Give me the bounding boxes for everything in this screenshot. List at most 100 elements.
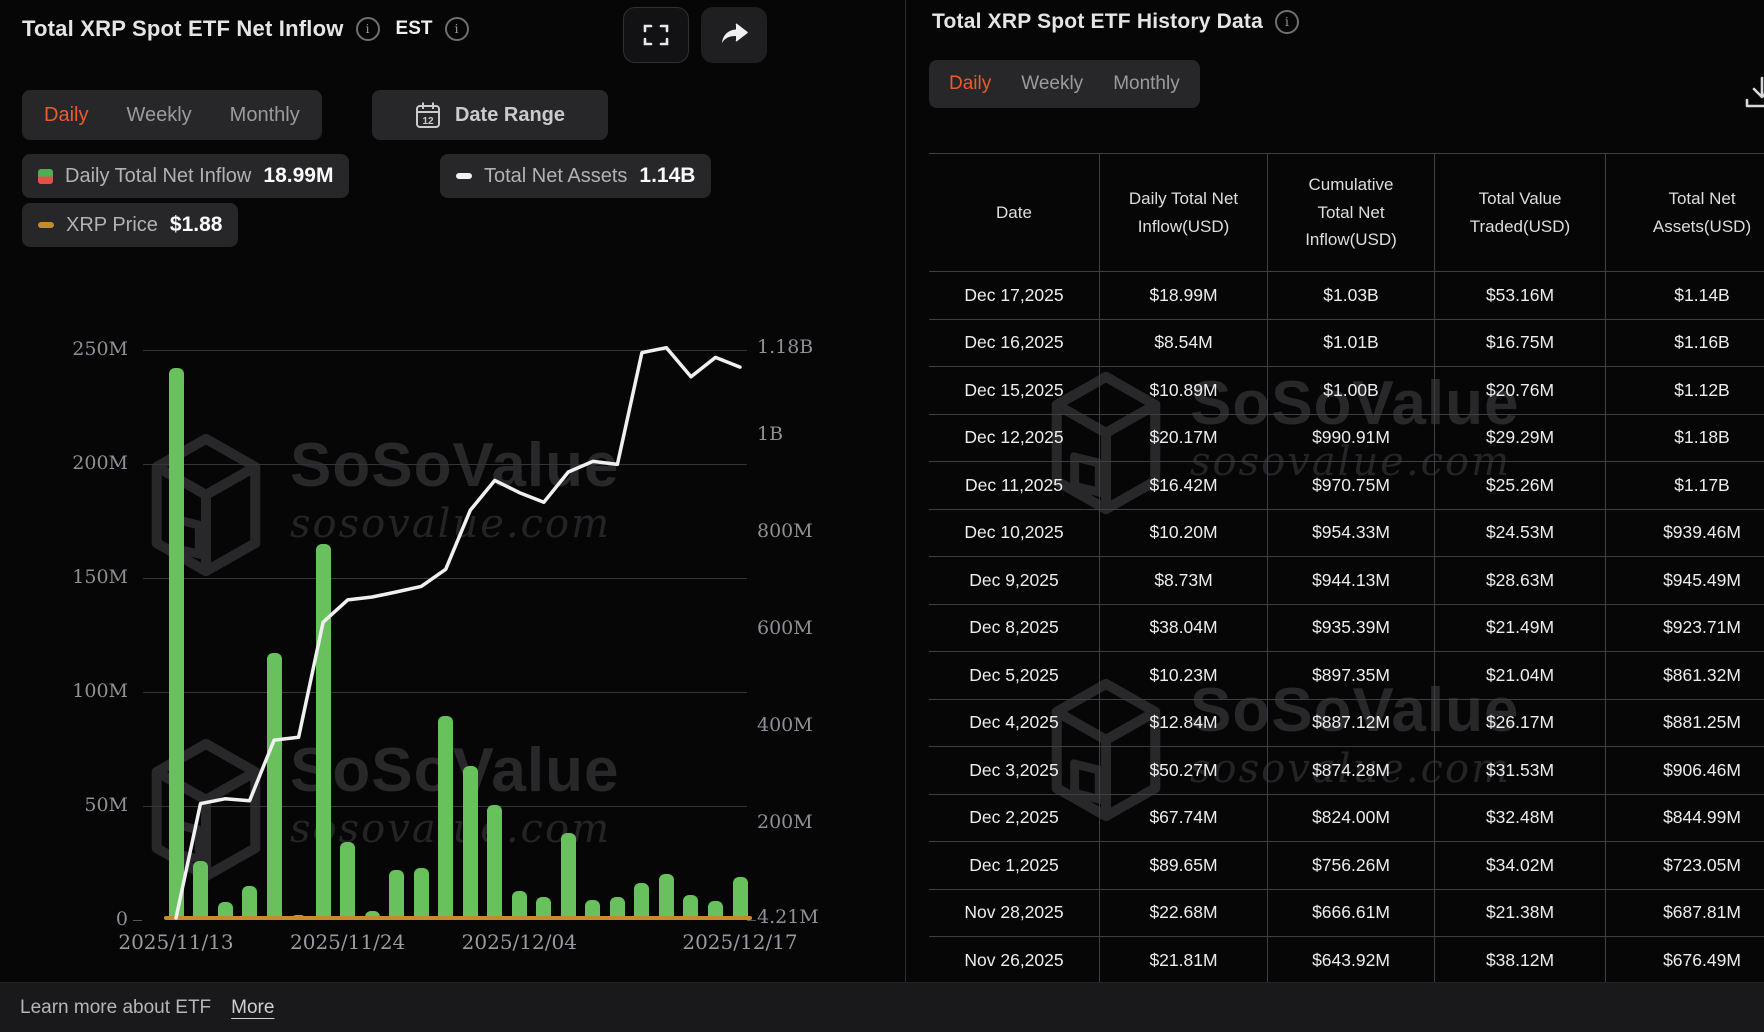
table-row[interactable]: Nov 26,2025$21.81M$643.92M$38.12M$676.49… [929, 937, 1764, 985]
cell-date: Nov 28,2025 [929, 890, 1100, 937]
column-header-label: Daily Total Net Inflow(USD) [1126, 185, 1241, 240]
table-period-tabs: Daily Weekly Monthly [929, 60, 1200, 108]
tab-daily[interactable]: Daily [949, 73, 991, 95]
history-info-icon[interactable]: i [1275, 10, 1299, 34]
cell-value-traded: $20.76M [1435, 367, 1606, 414]
cell-date: Dec 3,2025 [929, 747, 1100, 794]
table-row[interactable]: Dec 2,2025$67.74M$824.00M$32.48M$844.99M [929, 795, 1764, 843]
tab-daily[interactable]: Daily [44, 104, 88, 127]
table-row[interactable]: Dec 8,2025$38.04M$935.39M$21.49M$923.71M [929, 605, 1764, 653]
fullscreen-button[interactable] [623, 7, 689, 63]
cell-cumulative-inflow: $643.92M [1268, 937, 1435, 984]
cell-date: Dec 15,2025 [929, 367, 1100, 414]
total-net-assets-line [176, 348, 740, 918]
cell-cumulative-inflow: $970.75M [1268, 462, 1435, 509]
cell-daily-inflow: $67.74M [1100, 795, 1268, 842]
table-row[interactable]: Dec 12,2025$20.17M$990.91M$29.29M$1.18B [929, 415, 1764, 463]
tab-monthly[interactable]: Monthly [1113, 73, 1180, 95]
cell-cumulative-inflow: $897.35M [1268, 652, 1435, 699]
column-header-label: Cumulative Total Net Inflow(USD) [1294, 171, 1409, 254]
cell-cumulative-inflow: $874.28M [1268, 747, 1435, 794]
cell-daily-inflow: $10.89M [1100, 367, 1268, 414]
cell-date: Dec 12,2025 [929, 415, 1100, 462]
table-row[interactable]: Nov 28,2025$22.68M$666.61M$21.38M$687.81… [929, 890, 1764, 938]
cell-date: Dec 1,2025 [929, 842, 1100, 889]
table-row[interactable]: Dec 1,2025$89.65M$756.26M$34.02M$723.05M [929, 842, 1764, 890]
cell-cumulative-inflow: $887.12M [1268, 700, 1435, 747]
table-row[interactable]: Dec 9,2025$8.73M$944.13M$28.63M$945.49M [929, 557, 1764, 605]
table-row[interactable]: Dec 10,2025$10.20M$954.33M$24.53M$939.46… [929, 510, 1764, 558]
cell-net-assets: $687.81M [1606, 890, 1764, 937]
table-row[interactable]: Dec 17,2025$18.99M$1.03B$53.16M$1.14B [929, 272, 1764, 320]
cell-date: Dec 11,2025 [929, 462, 1100, 509]
share-icon [720, 23, 748, 47]
table-row[interactable]: Dec 16,2025$8.54M$1.01B$16.75M$1.16B [929, 320, 1764, 368]
legend-value: 18.99M [263, 164, 333, 188]
tab-weekly[interactable]: Weekly [1021, 73, 1083, 95]
timezone-label: EST [396, 18, 433, 40]
cell-cumulative-inflow: $935.39M [1268, 605, 1435, 652]
share-button[interactable] [701, 7, 767, 63]
left-panel-header: Total XRP Spot ETF Net Inflow i EST i [22, 16, 469, 42]
cell-value-traded: $34.02M [1435, 842, 1606, 889]
history-data-table: DateDaily Total Net Inflow(USD)Cumulativ… [929, 153, 1764, 985]
table-header-row: DateDaily Total Net Inflow(USD)Cumulativ… [929, 153, 1764, 272]
table-row[interactable]: Dec 3,2025$50.27M$874.28M$31.53M$906.46M [929, 747, 1764, 795]
table-row[interactable]: Dec 11,2025$16.42M$970.75M$25.26M$1.17B [929, 462, 1764, 510]
price-legend-icon [38, 222, 54, 228]
legend-label: XRP Price [66, 214, 158, 237]
legend-daily-net-inflow[interactable]: Daily Total Net Inflow 18.99M [22, 154, 349, 198]
column-header: Cumulative Total Net Inflow(USD) [1268, 154, 1435, 271]
cell-date: Dec 10,2025 [929, 510, 1100, 557]
sosovalue-etf-dashboard: SoSoValue sosovalue.com SoSoValue sosova… [0, 0, 1764, 1032]
column-header-label: Total Net Assets(USD) [1633, 185, 1764, 240]
cell-cumulative-inflow: $1.00B [1268, 367, 1435, 414]
cell-daily-inflow: $10.20M [1100, 510, 1268, 557]
cell-daily-inflow: $50.27M [1100, 747, 1268, 794]
calendar-icon: 12 [415, 101, 441, 129]
footer-bar: Learn more about ETF More [0, 982, 1764, 1032]
cell-net-assets: $923.71M [1606, 605, 1764, 652]
inflow-legend-icon [38, 169, 53, 184]
date-range-button[interactable]: 12 Date Range [372, 90, 608, 140]
page-title: Total XRP Spot ETF Net Inflow [22, 16, 344, 42]
cell-net-assets: $861.32M [1606, 652, 1764, 699]
cell-date: Dec 9,2025 [929, 557, 1100, 604]
footer-more-link[interactable]: More [231, 997, 274, 1019]
legend-value: $1.88 [170, 213, 223, 237]
cell-net-assets: $1.17B [1606, 462, 1764, 509]
cell-daily-inflow: $21.81M [1100, 937, 1268, 984]
cell-cumulative-inflow: $954.33M [1268, 510, 1435, 557]
legend-total-net-assets[interactable]: Total Net Assets 1.14B [440, 154, 711, 198]
table-row[interactable]: Dec 15,2025$10.89M$1.00B$20.76M$1.12B [929, 367, 1764, 415]
svg-text:12: 12 [422, 116, 434, 127]
fullscreen-icon [643, 23, 669, 47]
footer-text: Learn more about ETF [20, 997, 211, 1019]
legend-label: Daily Total Net Inflow [65, 165, 251, 188]
cell-net-assets: $844.99M [1606, 795, 1764, 842]
cell-value-traded: $38.12M [1435, 937, 1606, 984]
cell-net-assets: $1.12B [1606, 367, 1764, 414]
cell-net-assets: $676.49M [1606, 937, 1764, 984]
download-icon[interactable] [1744, 76, 1764, 110]
assets-legend-icon [456, 173, 472, 179]
cell-net-assets: $1.14B [1606, 272, 1764, 319]
table-row[interactable]: Dec 4,2025$12.84M$887.12M$26.17M$881.25M [929, 700, 1764, 748]
cell-value-traded: $32.48M [1435, 795, 1606, 842]
legend-xrp-price[interactable]: XRP Price $1.88 [22, 203, 238, 247]
cell-value-traded: $53.16M [1435, 272, 1606, 319]
cell-date: Dec 5,2025 [929, 652, 1100, 699]
table-row[interactable]: Dec 5,2025$10.23M$897.35M$21.04M$861.32M [929, 652, 1764, 700]
tab-monthly[interactable]: Monthly [230, 104, 300, 127]
cell-daily-inflow: $20.17M [1100, 415, 1268, 462]
panel-divider [905, 0, 906, 982]
date-range-label: Date Range [455, 104, 565, 127]
timezone-info-icon[interactable]: i [445, 17, 469, 41]
info-icon[interactable]: i [356, 17, 380, 41]
cell-net-assets: $939.46M [1606, 510, 1764, 557]
cell-net-assets: $906.46M [1606, 747, 1764, 794]
tab-weekly[interactable]: Weekly [126, 104, 191, 127]
cell-value-traded: $26.17M [1435, 700, 1606, 747]
cell-daily-inflow: $22.68M [1100, 890, 1268, 937]
cell-date: Dec 17,2025 [929, 272, 1100, 319]
